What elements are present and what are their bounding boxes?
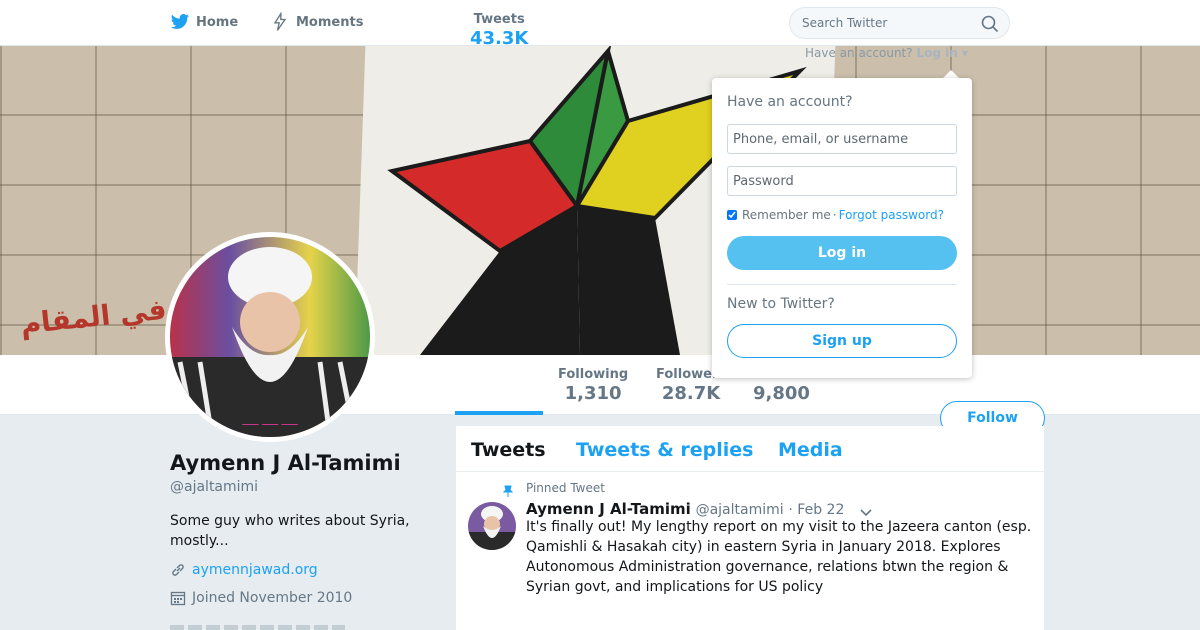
dropdown-title: Have an account?: [727, 94, 853, 110]
password-field[interactable]: [727, 166, 957, 196]
search-icon[interactable]: [981, 15, 999, 33]
profile-handle: @ajaltamimi: [170, 479, 259, 495]
profile-meta-cutoff: [170, 625, 345, 630]
pin-icon: [502, 482, 514, 497]
new-to-twitter-label: New to Twitter?: [727, 296, 835, 312]
twitter-bird-icon: [170, 12, 190, 32]
stat-following-value: 1,310: [564, 383, 622, 404]
profile-joined: Joined November 2010: [170, 590, 352, 606]
stat-following-label: Following: [558, 367, 629, 382]
profile-website: aymennjawad.org: [170, 562, 318, 578]
remember-separator: ·: [832, 208, 837, 222]
remember-row: Remember me · Forgot password?: [727, 208, 944, 222]
login-dropdown: Have an account? Remember me · Forgot pa…: [712, 78, 972, 378]
active-stat-underline: [455, 411, 543, 415]
pinned-label: Pinned Tweet: [526, 481, 605, 495]
forgot-password-link[interactable]: Forgot password?: [839, 208, 944, 222]
stat-tweets[interactable]: Tweets 43.3K: [470, 12, 528, 49]
username-field[interactable]: [727, 124, 957, 154]
website-link[interactable]: aymennjawad.org: [192, 562, 318, 578]
login-button[interactable]: Log in: [727, 236, 957, 270]
search-placeholder: Search Twitter: [802, 16, 888, 30]
tweet-date[interactable]: · Feb 22: [788, 502, 844, 518]
profile-bio: Some guy who writes about Syria, mostly.…: [170, 513, 410, 549]
tweet-avatar[interactable]: [468, 502, 516, 550]
calendar-icon: [170, 590, 186, 606]
login-link-label: Log in: [916, 46, 958, 60]
stat-following[interactable]: Following 1,310: [558, 367, 628, 404]
profile-avatar[interactable]: ـــــ ـــــ ـــــ: [165, 232, 375, 442]
stat-likes-value: 9,800: [753, 383, 810, 404]
tweet-header: Aymenn J Al-Tamimi @ajaltamimi · Feb 22: [526, 500, 844, 518]
dropdown-divider: [727, 284, 957, 285]
tweet-avatar-image: [468, 502, 516, 550]
timeline: Tweets Tweets & replies Media Pinned Twe…: [456, 426, 1044, 630]
tab-tweets-replies[interactable]: Tweets & replies: [576, 439, 753, 461]
tweet-text: It's finally out! My lengthy report on m…: [526, 519, 1032, 595]
nav-home[interactable]: Home: [170, 12, 238, 32]
have-account-line: Have an account? Log in ▾: [805, 46, 968, 60]
nav-moments-label: Moments: [296, 14, 364, 30]
tweet-author-name[interactable]: Aymenn J Al-Tamimi: [526, 500, 691, 518]
nav-home-label: Home: [196, 14, 239, 30]
profile-name: Aymenn J Al-Tamimi: [170, 451, 401, 475]
timeline-tabs: Tweets Tweets & replies Media: [456, 426, 1044, 472]
stat-followers-value: 28.7K: [661, 383, 721, 404]
search-input[interactable]: Search Twitter: [789, 7, 1010, 39]
stat-tweets-value: 43.3K: [470, 28, 529, 49]
tab-tweets[interactable]: Tweets: [471, 439, 546, 461]
tab-media[interactable]: Media: [778, 439, 843, 461]
nav-moments[interactable]: Moments: [270, 12, 363, 32]
have-account-prompt: Have an account?: [805, 46, 913, 60]
joined-date: Joined November 2010: [192, 590, 353, 606]
svg-text:ـــــ ـــــ ـــــ: ـــــ ـــــ ـــــ: [241, 415, 298, 428]
remember-me-label[interactable]: Remember me: [742, 208, 831, 222]
top-nav: Home Moments Search Twitter: [0, 0, 1200, 46]
avatar-image: ـــــ ـــــ ـــــ: [170, 237, 370, 437]
lightning-icon: [270, 12, 290, 32]
link-icon: [170, 562, 186, 578]
signup-button[interactable]: Sign up: [727, 324, 957, 358]
stat-tweets-label: Tweets: [473, 12, 525, 27]
login-dropdown-toggle[interactable]: Log in ▾: [916, 46, 968, 60]
tweet-author-handle[interactable]: @ajaltamimi: [696, 502, 784, 518]
remember-me-checkbox[interactable]: [727, 210, 737, 220]
